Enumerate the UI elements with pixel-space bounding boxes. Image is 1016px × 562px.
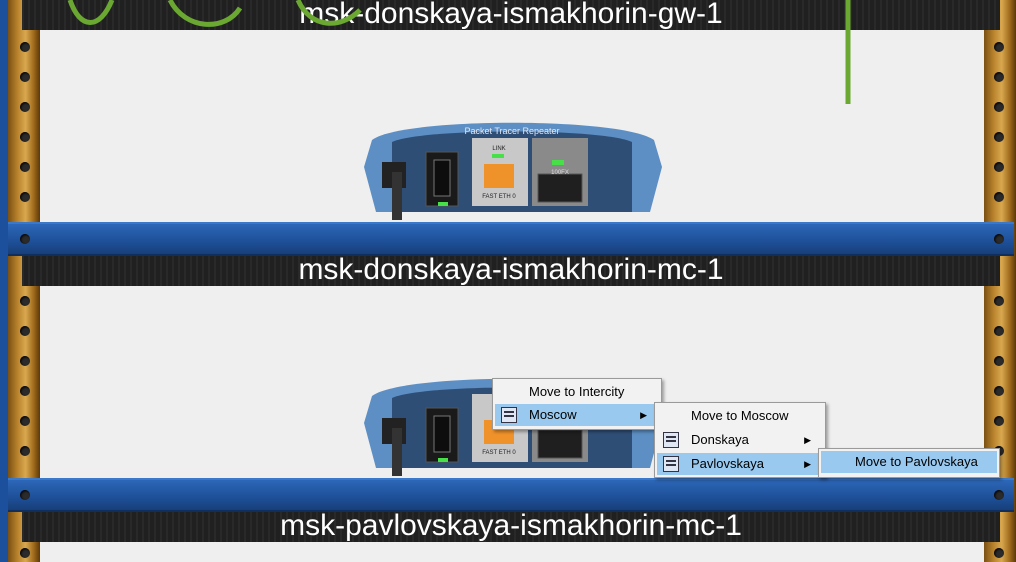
repeater-device-1[interactable]: Packet Tracer Repeater LINK FAST ETH 0 1… bbox=[362, 112, 662, 222]
menu-item-moscow[interactable]: Moscow ▶ bbox=[495, 404, 659, 426]
rack-label-text: msk-pavlovskaya-ismakhorin-mc-1 bbox=[280, 510, 742, 542]
rack-label-donskaya-mc-1[interactable]: msk-donskaya-ismakhorin-mc-1 bbox=[22, 254, 1000, 286]
port-label: FAST ETH 0 bbox=[482, 194, 516, 200]
menu-item-label: Move to Moscow bbox=[691, 408, 789, 423]
rack-hole bbox=[20, 192, 30, 202]
rack-hole bbox=[994, 132, 1004, 142]
menu-item-label: Donskaya bbox=[691, 432, 749, 447]
rack-hole bbox=[994, 296, 1004, 306]
menu-item-pavlovskaya[interactable]: Pavlovskaya ▶ bbox=[657, 453, 823, 475]
rack-hole bbox=[20, 548, 30, 558]
cable bbox=[295, 0, 362, 26]
rack-hole bbox=[994, 386, 1004, 396]
rack-hole bbox=[994, 162, 1004, 172]
rack-hole bbox=[20, 416, 30, 426]
submenu-pavlovskaya: Move to Pavlovskaya bbox=[818, 448, 1000, 478]
rail-hole bbox=[20, 234, 30, 244]
submenu-moscow: Move to Moscow Donskaya ▶ Pavlovskaya ▶ bbox=[654, 402, 826, 478]
menu-item-move-to-intercity[interactable]: Move to Intercity bbox=[495, 381, 659, 403]
cable-wires bbox=[67, 0, 851, 104]
rack-rail bbox=[8, 478, 1014, 512]
menu-item-label: Moscow bbox=[529, 407, 577, 422]
rack-hole bbox=[20, 356, 30, 366]
rail-hole bbox=[994, 490, 1004, 500]
link-label: LINK bbox=[492, 146, 505, 152]
rail-hole bbox=[994, 234, 1004, 244]
rack-hole bbox=[994, 548, 1004, 558]
fx-label: 100FX bbox=[551, 170, 569, 176]
port-label: FAST ETH 0 bbox=[482, 450, 516, 456]
building-icon bbox=[663, 456, 679, 472]
rack-hole bbox=[20, 446, 30, 456]
building-icon bbox=[663, 432, 679, 448]
rack-hole bbox=[20, 326, 30, 336]
rack-hole bbox=[994, 326, 1004, 336]
building-icon bbox=[501, 407, 517, 423]
repeater-device-image: Packet Tracer Repeater LINK FAST ETH 0 1… bbox=[362, 112, 662, 222]
cable bbox=[167, 0, 243, 27]
rack-hole bbox=[20, 386, 30, 396]
rack-rail bbox=[8, 222, 1014, 256]
rack-hole bbox=[994, 192, 1004, 202]
rack-hole bbox=[20, 132, 30, 142]
submenu-arrow-icon: ▶ bbox=[804, 435, 811, 445]
menu-item-label: Pavlovskaya bbox=[691, 456, 764, 471]
menu-item-move-to-moscow[interactable]: Move to Moscow bbox=[657, 405, 823, 427]
menu-item-label: Move to Pavlovskaya bbox=[855, 454, 978, 469]
rack-label-pavlovskaya-mc-1[interactable]: msk-pavlovskaya-ismakhorin-mc-1 bbox=[22, 510, 1000, 542]
rack-hole bbox=[994, 416, 1004, 426]
cable bbox=[67, 0, 115, 25]
rack-hole bbox=[20, 162, 30, 172]
submenu-arrow-icon: ▶ bbox=[640, 410, 647, 420]
rack-hole bbox=[994, 356, 1004, 366]
menu-item-move-to-pavlovskaya[interactable]: Move to Pavlovskaya bbox=[821, 451, 997, 473]
rack-label-text: msk-donskaya-ismakhorin-mc-1 bbox=[298, 254, 724, 286]
rail-hole bbox=[20, 490, 30, 500]
rack-hole bbox=[20, 296, 30, 306]
context-menu: Move to Intercity Moscow ▶ bbox=[492, 378, 662, 430]
submenu-arrow-icon: ▶ bbox=[804, 459, 811, 469]
menu-item-donskaya[interactable]: Donskaya ▶ bbox=[657, 429, 823, 451]
menu-item-label: Move to Intercity bbox=[529, 384, 625, 399]
repeater-title: Packet Tracer Repeater bbox=[464, 126, 559, 136]
